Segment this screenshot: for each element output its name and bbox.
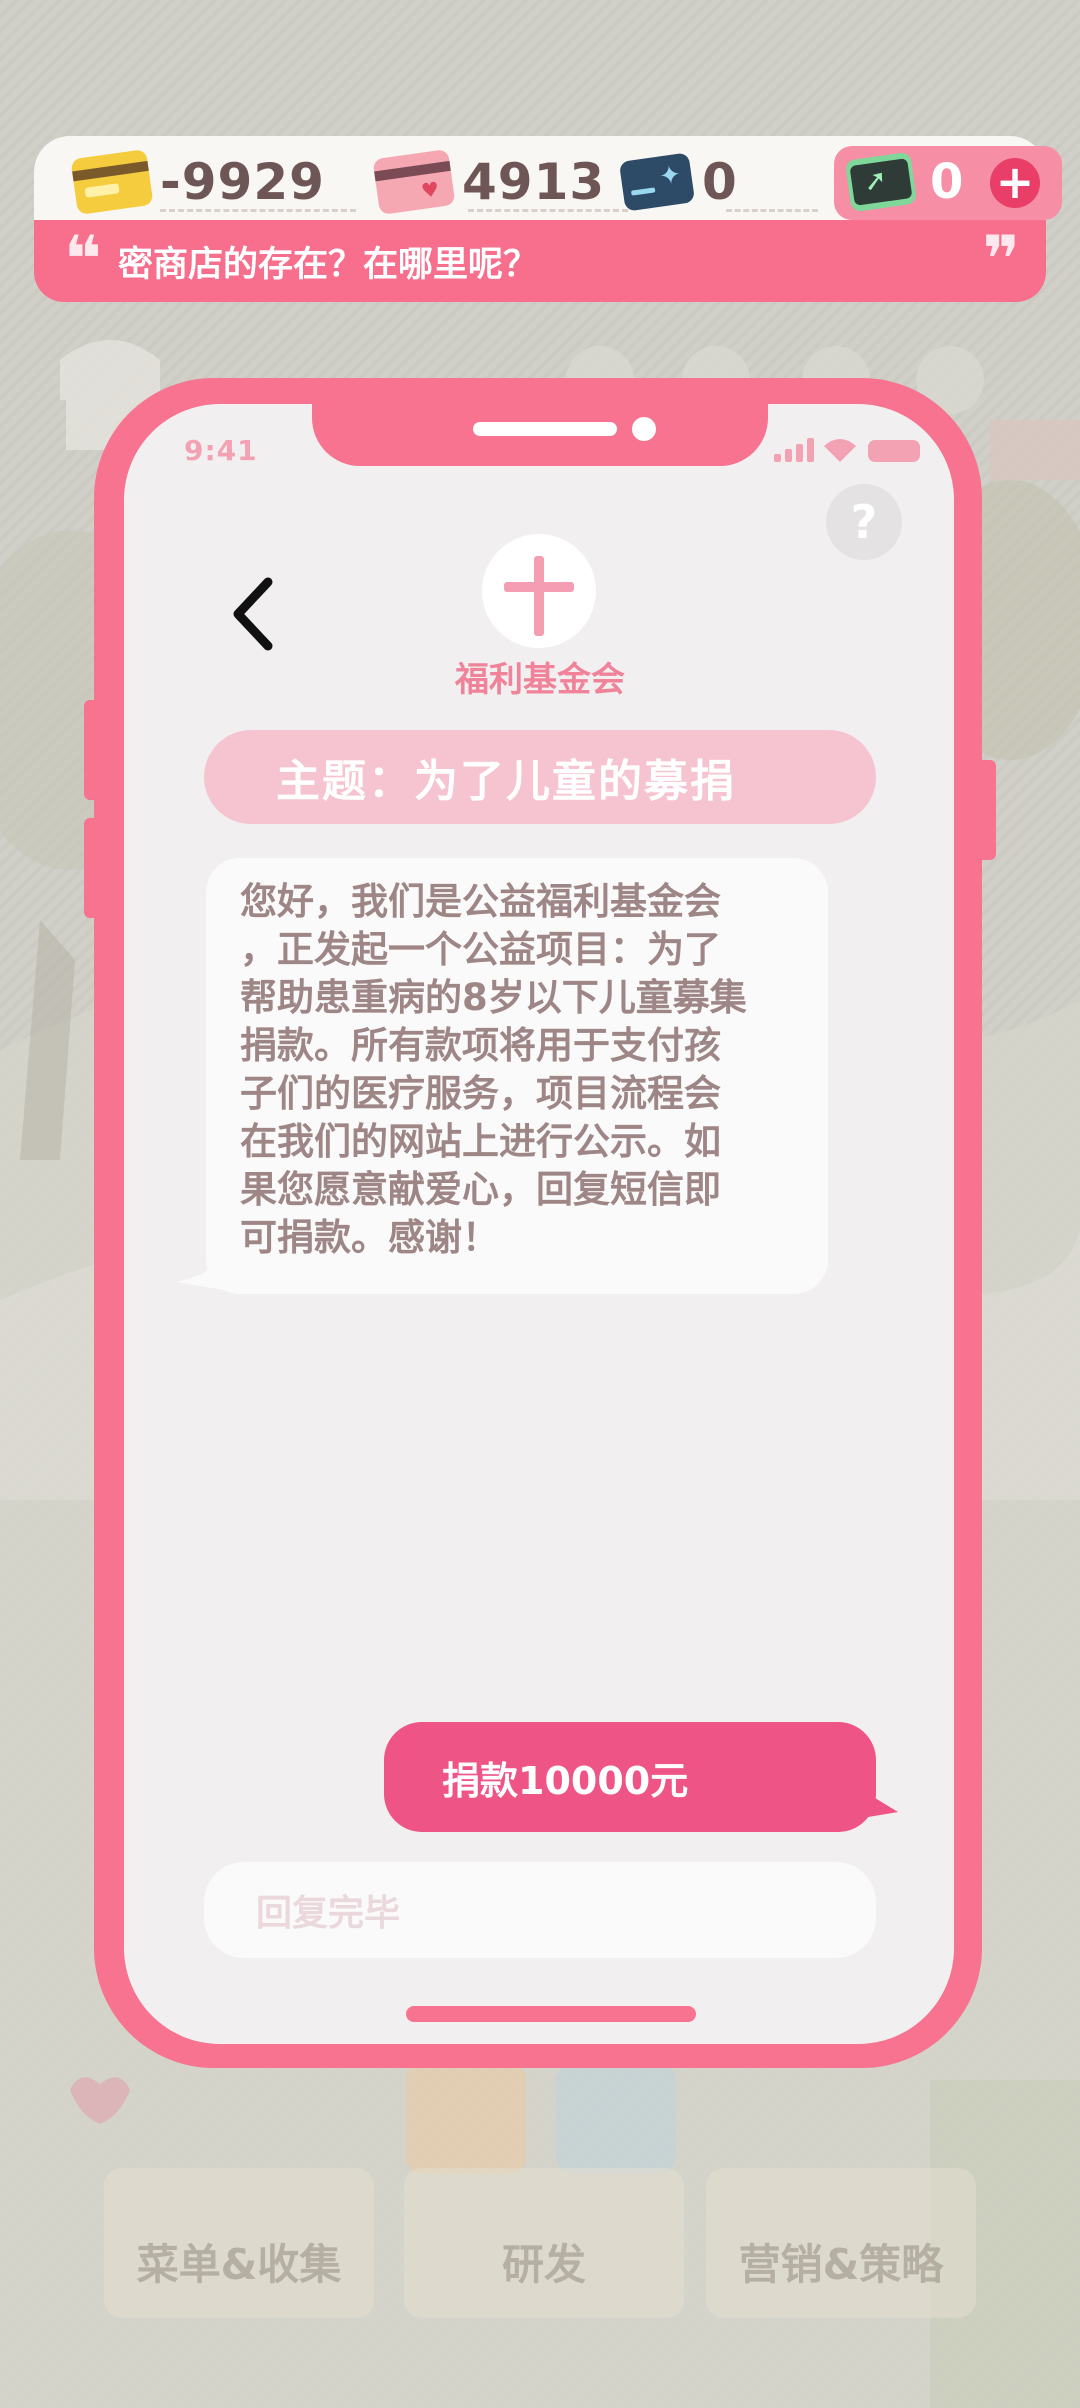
message-text: 您好，我们是公益福利基金会 ，正发起一个公益项目：为了 帮助患重病的8岁以下儿童… [240,880,747,1259]
reply-bubble-tail [862,1790,898,1818]
bubble-tail [176,1262,236,1292]
phone-camera [632,417,656,441]
cross-icon [482,534,596,648]
reputation-counter: ♥ 4913 [372,136,606,228]
green-cash-icon: ➚ [844,151,918,213]
chevron-left-icon[interactable] [224,574,284,654]
money-value: -9929 [160,153,325,211]
close-quote-icon: ❞ [982,223,1020,297]
research-button: 研发 [404,2168,684,2318]
heart-card-icon: ♥ [372,148,456,216]
signal-icon [774,438,814,462]
donate-reply-button[interactable]: 捐款10000元 [384,1722,876,1832]
hint-quote-bar: ❝ 密商店的存在？在哪里呢？ ❞ [34,220,1046,302]
ticket-counter: ✦ 0 [618,136,738,228]
basket-button [556,2064,676,2174]
plus-icon[interactable]: + [990,158,1040,208]
phone-speaker [473,422,617,436]
gold-card-icon [70,148,154,216]
divider [726,209,818,212]
reputation-value: 4913 [462,153,606,211]
status-time: 9:41 [184,434,258,467]
battery-icon [868,440,920,462]
cash-counter[interactable]: ➚ 0 + [834,146,1062,220]
currency-bar: -9929 ♥ 4913 ✦ 0 ➚ 0 + [34,136,1062,228]
message-subject: 主题：为了儿童的募捐 [204,730,876,824]
dark-card-icon: ✦ [618,152,696,212]
recipes-collection-button: 菜单&收集 [104,2168,374,2318]
home-indicator [406,2006,696,2022]
divider [160,209,356,212]
marketing-strategy-button: 营销&策略 [706,2168,976,2318]
divider [468,209,628,212]
sender-name: 福利基金会 [455,660,625,700]
hint-text: 密商店的存在？在哪里呢？ [118,244,539,285]
open-quote-icon: ❝ [64,223,102,297]
reply-status-field: 回复完毕 [204,1862,876,1958]
money-counter: -9929 [70,136,325,228]
help-button[interactable]: ? [826,484,902,560]
wifi-icon [824,439,856,462]
ticket-value: 0 [702,153,738,211]
cash-value: 0 [930,154,964,210]
compass-button [406,2064,526,2174]
